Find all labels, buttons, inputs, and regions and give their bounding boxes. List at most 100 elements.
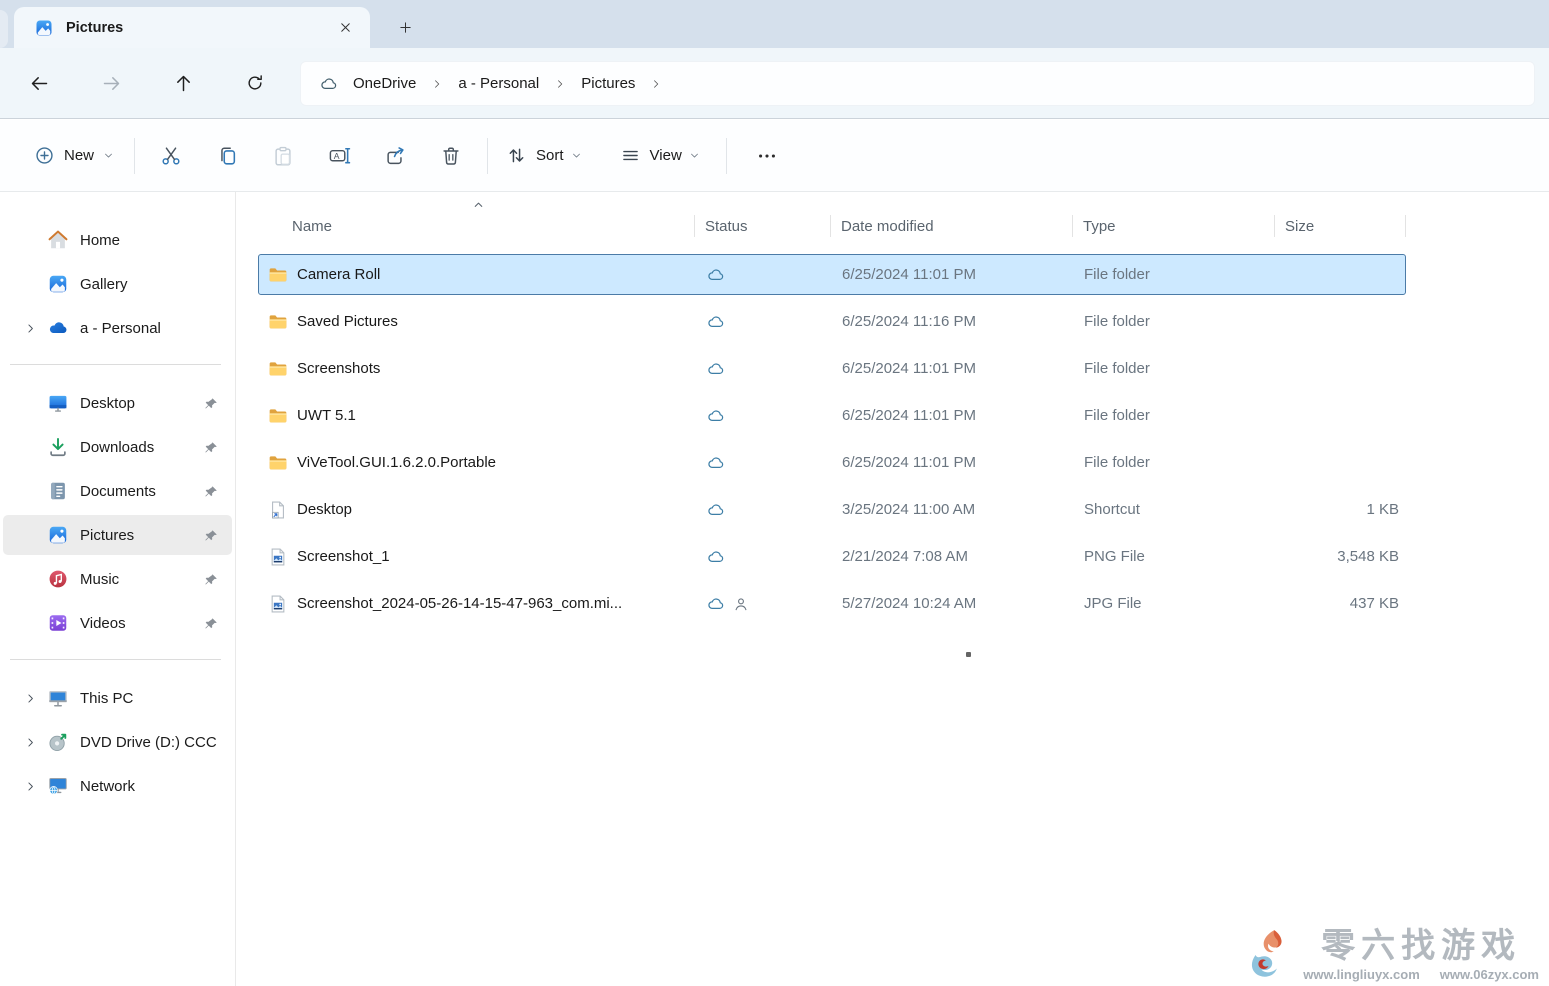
file-name: Desktop: [297, 501, 352, 518]
documents-icon: [47, 480, 69, 502]
watermark-url-right: www.06zyx.com: [1440, 967, 1539, 982]
this-pc-icon: [47, 687, 69, 709]
share-button[interactable]: [367, 134, 423, 178]
new-tab-button[interactable]: [390, 12, 420, 42]
breadcrumb-onedrive[interactable]: OneDrive: [345, 69, 424, 98]
tab-sliver: [0, 10, 8, 48]
rename-icon: [328, 144, 351, 167]
breadcrumb-pictures[interactable]: Pictures: [573, 69, 643, 98]
file-date: 6/25/2024 11:01 PM: [831, 360, 1073, 377]
view-icon: [620, 145, 641, 166]
cloud-status-icon: [706, 406, 726, 426]
sidebar-item-desktop[interactable]: Desktop: [3, 383, 232, 423]
delete-button[interactable]: [423, 134, 479, 178]
navigation-pane: Home Gallery a - Personal Desktop Downlo…: [0, 192, 236, 986]
sidebar-item-documents[interactable]: Documents: [3, 471, 232, 511]
sidebar-item-music[interactable]: Music: [3, 559, 232, 599]
chevron-right-icon[interactable]: [431, 78, 443, 90]
chevron-right-icon[interactable]: [13, 736, 47, 749]
chevron-right-icon[interactable]: [13, 322, 47, 335]
cut-icon: [160, 145, 182, 167]
folder-icon: [268, 406, 288, 426]
file-name: Camera Roll: [297, 266, 380, 283]
file-type: File folder: [1073, 360, 1275, 377]
forward-button[interactable]: [89, 61, 133, 105]
table-row[interactable]: UWT 5.1 6/25/2024 11:01 PM File folder: [258, 395, 1406, 436]
cloud-status-icon: [706, 594, 726, 614]
pictures-tab-icon: [34, 18, 54, 38]
file-size: 3,548 KB: [1275, 548, 1407, 565]
copy-button[interactable]: [199, 134, 255, 178]
table-row[interactable]: Desktop 3/25/2024 11:00 AM Shortcut 1 KB: [258, 489, 1406, 530]
sidebar-item-network[interactable]: Network: [3, 766, 232, 806]
chevron-right-icon[interactable]: [13, 780, 47, 793]
watermark: 零六找游戏 www.lingliuyx.com www.06zyx.com: [1241, 928, 1539, 982]
breadcrumb-a-personal[interactable]: a - Personal: [450, 69, 547, 98]
sidebar-item-this-pc[interactable]: This PC: [3, 678, 232, 718]
table-row[interactable]: Saved Pictures 6/25/2024 11:16 PM File f…: [258, 301, 1406, 342]
back-button[interactable]: [17, 61, 61, 105]
column-header-name[interactable]: Name: [258, 205, 694, 247]
table-row[interactable]: Screenshots 6/25/2024 11:01 PM File fold…: [258, 348, 1406, 389]
sidebar-item-dvd-drive[interactable]: DVD Drive (D:) CCC: [3, 722, 232, 762]
chevron-right-icon[interactable]: [554, 78, 566, 90]
see-more-button[interactable]: [745, 134, 789, 178]
column-header-type[interactable]: Type: [1072, 205, 1274, 247]
ellipsis-icon: [756, 145, 778, 167]
up-button[interactable]: [161, 61, 205, 105]
network-icon: [47, 775, 69, 797]
sidebar-divider: [10, 364, 221, 365]
file-size: 1 KB: [1275, 501, 1407, 518]
file-date: 6/25/2024 11:01 PM: [831, 454, 1073, 471]
new-button-label: New: [64, 147, 94, 164]
cloud-status-icon: [706, 547, 726, 567]
tab-pictures[interactable]: Pictures: [14, 7, 370, 48]
file-type: PNG File: [1073, 548, 1275, 565]
refresh-button[interactable]: [233, 61, 277, 105]
command-toolbar: New Sort View: [0, 120, 1549, 192]
view-button[interactable]: View: [610, 134, 710, 178]
new-button[interactable]: New: [22, 134, 126, 178]
file-name: Screenshot_2024-05-26-14-15-47-963_com.m…: [297, 595, 622, 612]
sidebar-item-home[interactable]: Home: [3, 220, 232, 260]
column-header-size[interactable]: Size: [1274, 205, 1406, 247]
file-list-pane: Name Status Date modified Type Size Came…: [236, 192, 1549, 986]
file-name: Screenshots: [297, 360, 380, 377]
chevron-right-icon[interactable]: [650, 78, 662, 90]
table-row[interactable]: Camera Roll 6/25/2024 11:01 PM File fold…: [258, 254, 1406, 295]
table-row[interactable]: ViVeTool.GUI.1.6.2.0.Portable 6/25/2024 …: [258, 442, 1406, 483]
folder-icon: [268, 359, 288, 379]
image-file-icon: [268, 594, 288, 614]
pin-icon: [196, 396, 226, 411]
onedrive-icon: [47, 317, 69, 339]
cloud-status-icon: [706, 359, 726, 379]
chevron-right-icon[interactable]: [13, 692, 47, 705]
paste-button[interactable]: [255, 134, 311, 178]
address-bar[interactable]: OneDrive a - Personal Pictures: [300, 61, 1535, 106]
image-file-icon: [268, 547, 288, 567]
sidebar-item-pictures[interactable]: Pictures: [3, 515, 232, 555]
music-icon: [47, 568, 69, 590]
arrow-up-icon: [173, 73, 194, 94]
cut-button[interactable]: [143, 134, 199, 178]
tab-title: Pictures: [66, 20, 332, 36]
table-row[interactable]: Screenshot_1 2/21/2024 7:08 AM PNG File …: [258, 536, 1406, 577]
sidebar-item-videos[interactable]: Videos: [3, 603, 232, 643]
file-date: 6/25/2024 11:01 PM: [831, 266, 1073, 283]
cloud-status-icon: [706, 500, 726, 520]
file-name: Saved Pictures: [297, 313, 398, 330]
rename-button[interactable]: [311, 134, 367, 178]
gallery-icon: [47, 273, 69, 295]
column-header-status[interactable]: Status: [694, 205, 830, 247]
pictures-icon: [47, 524, 69, 546]
cloud-status-icon: [706, 312, 726, 332]
sort-button[interactable]: Sort: [496, 134, 592, 178]
table-row[interactable]: Screenshot_2024-05-26-14-15-47-963_com.m…: [258, 583, 1406, 624]
sidebar-item-downloads[interactable]: Downloads: [3, 427, 232, 467]
pin-icon: [196, 572, 226, 587]
sidebar-item-a-personal[interactable]: a - Personal: [3, 308, 232, 348]
cloud-status-icon: [706, 453, 726, 473]
column-header-date-modified[interactable]: Date modified: [830, 205, 1072, 247]
sidebar-item-gallery[interactable]: Gallery: [3, 264, 232, 304]
close-tab-icon[interactable]: [332, 15, 358, 41]
